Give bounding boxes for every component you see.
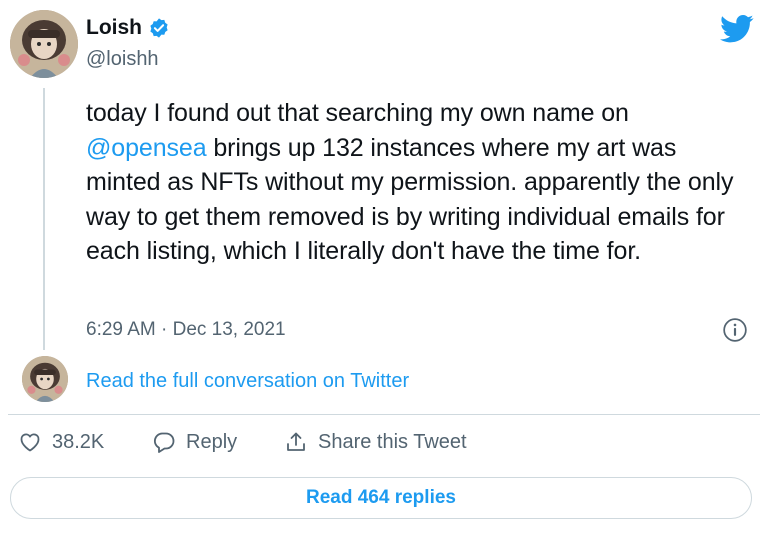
thread-connector-line xyxy=(43,88,45,350)
share-button[interactable]: Share this Tweet xyxy=(284,430,467,454)
author-handle[interactable]: @loishh xyxy=(86,48,159,71)
tweet-text-start: today I found out that searching my own … xyxy=(86,99,629,127)
section-divider xyxy=(8,414,760,415)
mention-link[interactable]: @opensea xyxy=(86,134,207,162)
twitter-bird-icon[interactable] xyxy=(720,14,754,44)
share-label: Share this Tweet xyxy=(318,430,467,453)
info-icon[interactable] xyxy=(722,317,748,343)
heart-icon xyxy=(20,433,40,452)
author-display-name[interactable]: Loish xyxy=(86,16,142,40)
embedded-tweet-card: Loish @loishh today I found out that sea… xyxy=(0,0,768,535)
reply-button[interactable]: Reply xyxy=(152,430,237,454)
read-conversation-link[interactable]: Read the full conversation on Twitter xyxy=(86,370,409,393)
read-replies-button[interactable]: Read 464 replies xyxy=(10,477,752,519)
tweet-text: today I found out that searching my own … xyxy=(86,96,756,269)
like-count: 38.2K xyxy=(52,430,105,453)
share-upload-icon xyxy=(287,432,305,451)
reply-bubble-icon xyxy=(153,432,175,453)
verified-badge-icon xyxy=(150,18,168,38)
author-avatar[interactable] xyxy=(10,10,78,78)
like-button[interactable]: 38.2K xyxy=(18,430,104,454)
avatar-illustration-small xyxy=(22,356,68,402)
reply-label: Reply xyxy=(186,430,238,453)
author-name-row[interactable]: Loish xyxy=(86,16,170,40)
tweet-actions-bar: 38.2K Reply Share this Tweet xyxy=(0,430,768,466)
tweet-timestamp[interactable]: 6:29 AM · Dec 13, 2021 xyxy=(86,319,286,341)
avatar-illustration xyxy=(10,10,78,78)
conversation-avatar[interactable] xyxy=(22,356,68,402)
